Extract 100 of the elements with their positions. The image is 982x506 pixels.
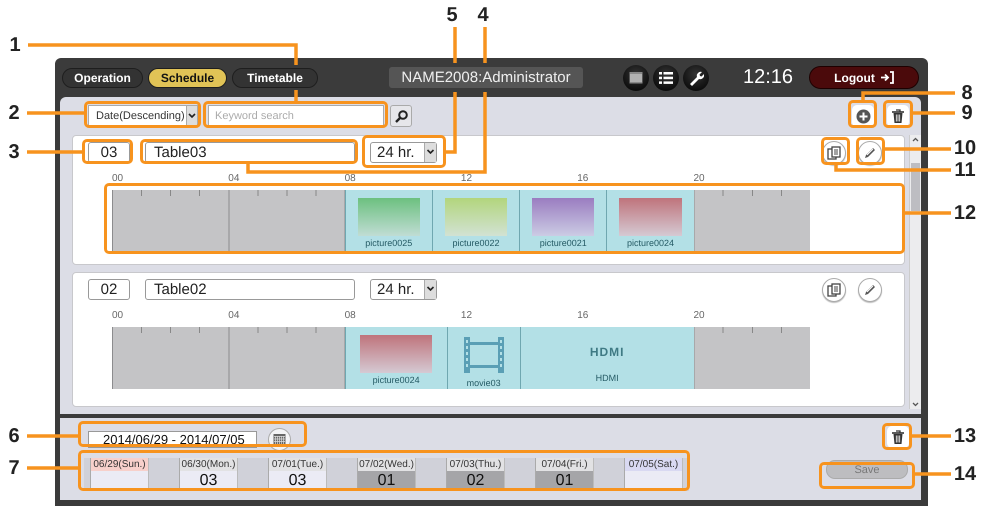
schedule-block[interactable]: picture0025 (344, 190, 432, 252)
sort-value: Date(Descending) (96, 110, 185, 122)
schedule-block[interactable]: picture0024 (606, 190, 694, 252)
callout-number: 6 (8, 426, 20, 446)
schedule-block[interactable]: movie03 (446, 327, 520, 389)
logout-icon (880, 71, 894, 84)
chevron-down-icon (424, 143, 436, 162)
delete-button[interactable] (887, 426, 909, 448)
leader-line (27, 466, 78, 470)
pencil-icon (863, 146, 878, 160)
leader-line (27, 434, 78, 438)
schedule-block[interactable]: picture0021 (519, 190, 606, 252)
copy-button[interactable] (822, 278, 846, 302)
search-field[interactable]: Keyword search (208, 105, 384, 127)
block-label: picture0024 (372, 375, 420, 385)
hour-label: 20 (693, 310, 706, 323)
highlight-frame (882, 423, 912, 450)
leader-line (27, 150, 82, 154)
hdmi-logo: HDMI (590, 345, 624, 359)
highlight-frame (856, 137, 885, 165)
block-label: picture0025 (365, 238, 412, 248)
chevron-down-icon (424, 280, 436, 299)
day-label: 07/04(Fri.) (536, 458, 593, 471)
scrollbar[interactable] (909, 135, 921, 409)
film-icon (462, 334, 506, 376)
callout-number: 10 (954, 138, 976, 158)
callout-number: 9 (961, 103, 973, 123)
callout-number: 3 (8, 142, 20, 162)
schedule-block[interactable]: picture0022 (432, 190, 520, 252)
search-icon (394, 110, 408, 122)
block-label: HDMI (596, 373, 619, 383)
highlight-frame (883, 100, 913, 128)
user-label: NAME2008:Administrator (389, 67, 583, 88)
chevron-down-icon (186, 106, 197, 126)
table-name-field[interactable]: Table02 (145, 279, 355, 300)
calendar-button[interactable] (623, 64, 649, 90)
chevron-down-icon (911, 400, 920, 409)
hour-label: 04 (228, 310, 240, 323)
hour-label: 12 (460, 173, 474, 186)
table-name-field[interactable]: Table03 (145, 142, 355, 163)
day-label: 07/03(Thu.) (447, 458, 504, 471)
pencil-icon (863, 282, 878, 296)
calendar-icon (273, 433, 286, 445)
duration-value: 24 hr. (377, 144, 415, 161)
hour-label: 00 (112, 173, 124, 186)
duration-select[interactable]: 24 hr. (370, 279, 437, 300)
trash-icon (891, 430, 905, 444)
highlight-frame (848, 100, 877, 128)
day-label: 06/29(Sun.) (91, 458, 148, 471)
highlight-frame (821, 137, 850, 165)
delete-button[interactable] (887, 105, 909, 127)
callout-number: 13 (954, 426, 976, 446)
duration-value: 24 hr. (377, 281, 415, 298)
list-icon (659, 72, 673, 84)
day-label: 06/30(Mon.) (180, 458, 237, 471)
callout-number: 8 (961, 83, 973, 103)
settings-button[interactable] (683, 64, 709, 90)
callout-number: 2 (8, 103, 20, 123)
block-label: picture0022 (452, 238, 500, 248)
add-button[interactable] (852, 105, 874, 127)
hour-label: 20 (693, 173, 706, 186)
list-button[interactable] (653, 64, 679, 90)
leader-line (912, 434, 951, 438)
hour-label: 16 (577, 173, 590, 186)
copy-icon (827, 146, 842, 160)
hour-label: 08 (344, 310, 357, 323)
logout-button[interactable]: Logout (809, 66, 919, 89)
edit-button[interactable] (858, 278, 882, 302)
day-label: 07/05(Sat.) (625, 458, 682, 471)
nav-tab[interactable]: Timetable (232, 68, 318, 88)
duration-select[interactable]: 24 hr. (370, 142, 437, 163)
copy-icon (827, 282, 842, 296)
callout-number: 12 (954, 203, 976, 223)
search-button[interactable] (390, 105, 412, 127)
callout-number: 11 (954, 160, 976, 180)
block-label: picture0021 (540, 238, 587, 248)
day-label: 07/01(Tue.) (269, 458, 326, 471)
callout-number: 4 (477, 5, 489, 25)
nav-tab[interactable]: Schedule (148, 68, 227, 88)
callout-number: 1 (9, 35, 21, 55)
hour-label: 04 (228, 173, 240, 186)
sort-select[interactable]: Date(Descending) (88, 105, 198, 127)
block-label: picture0024 (627, 238, 674, 248)
hour-label: 12 (460, 310, 474, 323)
hour-label: 16 (577, 310, 590, 323)
leader-line (913, 111, 955, 115)
hour-label: 00 (112, 310, 124, 323)
callout-number: 14 (954, 464, 976, 484)
hour-label: 08 (344, 173, 357, 186)
block-label: movie03 (466, 378, 501, 388)
table-number-field[interactable]: 03 (88, 142, 130, 163)
schedule-block[interactable]: picture0024 (344, 327, 447, 389)
schedule-block[interactable]: HDMI HDMI (520, 327, 694, 389)
day-label: 07/02(Wed.) (358, 458, 415, 471)
nav-tab[interactable]: Operation (62, 68, 143, 88)
table-number-field[interactable]: 02 (88, 279, 130, 300)
leader-line (27, 111, 84, 115)
highlight-frame (82, 139, 133, 164)
scrollbar-thumb[interactable] (911, 163, 920, 211)
leader-line (885, 147, 951, 151)
